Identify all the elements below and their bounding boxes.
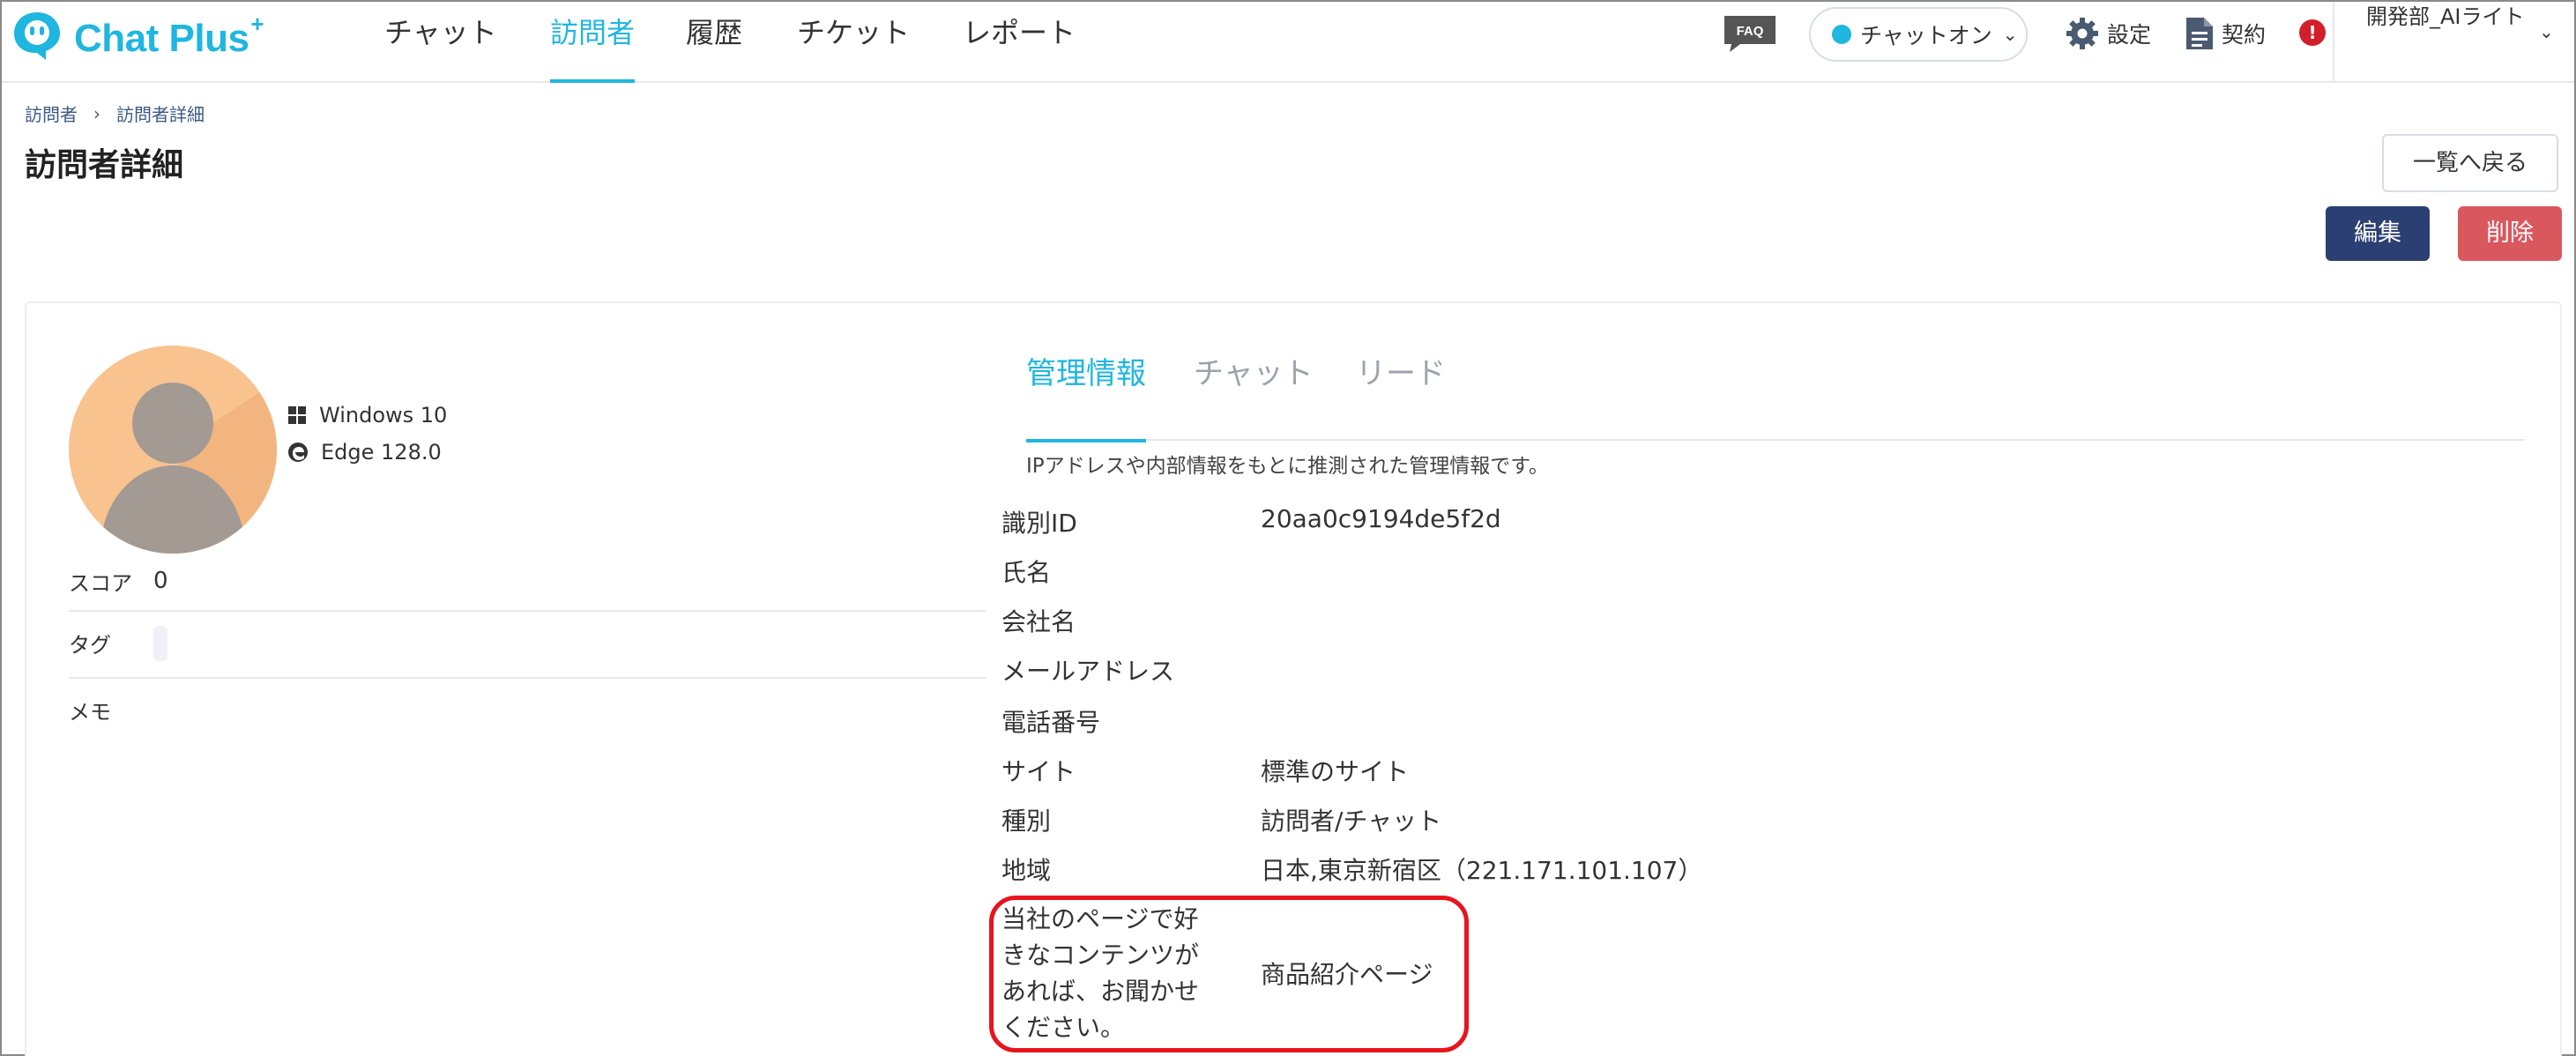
info-value-id: 20aa0c9194de5f2d — [1261, 504, 1501, 533]
question-label-line: あれば、お聞かせ — [1001, 977, 1200, 1006]
edit-button[interactable]: 編集 — [2326, 206, 2430, 261]
contract-link[interactable]: 契約 — [2185, 14, 2266, 53]
chevron-down-icon: ⌄ — [2002, 24, 2018, 45]
document-icon — [2186, 18, 2213, 49]
top-header: Chat Plus+ チャット 訪問者 履歴 チケット レポート FAQ チャッ… — [2, 2, 2574, 83]
info-label-phone: 電話番号 — [1001, 708, 1101, 737]
question-label-line: きなコンテンツが — [1001, 941, 1200, 970]
header-divider — [2333, 2, 2334, 81]
info-value-type: 訪問者/チャット — [1261, 807, 1442, 836]
alert-icon[interactable]: ! — [2299, 19, 2326, 46]
tab-management-info[interactable]: 管理情報 — [1026, 346, 1146, 442]
browser-info: Edge 128.0 — [287, 439, 442, 465]
person-avatar-icon — [69, 346, 277, 554]
info-value-site: 標準のサイト — [1261, 757, 1410, 786]
tag-input[interactable] — [153, 626, 168, 661]
breadcrumb: 訪問者 › 訪問者詳細 — [25, 100, 205, 126]
status-online-dot — [1832, 25, 1851, 44]
settings-label: 設定 — [2107, 22, 2152, 48]
faq-icon[interactable]: FAQ — [1723, 14, 1777, 53]
user-menu-name[interactable]: 開発部_AIライト — [2366, 2, 2534, 32]
chat-status-label: チャットオン — [1860, 23, 1992, 48]
settings-link[interactable]: 設定 — [2065, 14, 2151, 53]
info-label-id: 識別ID — [1001, 509, 1077, 538]
info-label-name: 氏名 — [1001, 558, 1052, 587]
info-label-company: 会社名 — [1001, 607, 1076, 636]
chat-plus-logo-icon — [14, 12, 60, 60]
tab-chat[interactable]: チャット — [1194, 346, 1314, 441]
info-label-site: サイト — [1001, 757, 1076, 786]
info-note: IPアドレスや内部情報をもとに推測された管理情報です。 — [1026, 455, 1549, 478]
nav-visitors[interactable]: 訪問者 — [550, 11, 636, 83]
browser-name: Edge 128.0 — [321, 440, 442, 465]
info-label-email: メールアドレス — [1001, 657, 1175, 686]
breadcrumb-visitor-detail[interactable]: 訪問者詳細 — [116, 100, 205, 126]
windows-icon — [288, 406, 306, 424]
page-title: 訪問者詳細 — [25, 147, 184, 183]
edge-icon — [288, 442, 308, 462]
question-label-line: ください。 — [1001, 1013, 1126, 1042]
score-label: スコア — [69, 571, 132, 596]
nav-history[interactable]: 履歴 — [686, 11, 742, 83]
question-label: 当社のページで好 きなコンテンツが あれば、お聞かせ ください。 — [1001, 901, 1231, 1045]
score-row: スコア 0 — [69, 564, 986, 612]
svg-text:FAQ: FAQ — [1737, 24, 1764, 39]
back-to-list-button[interactable]: 一覧へ戻る — [2382, 134, 2558, 192]
nav-tickets[interactable]: チケット — [797, 11, 910, 83]
app-logo[interactable]: Chat Plus+ — [11, 9, 264, 62]
question-label-line: 当社のページで好 — [1001, 904, 1199, 933]
breadcrumb-separator: › — [93, 102, 101, 124]
app-name: Chat Plus+ — [74, 10, 264, 60]
memo-label: メモ — [69, 700, 111, 725]
memo-row: メモ — [69, 679, 986, 732]
contract-label: 契約 — [2222, 22, 2267, 48]
nav-chat[interactable]: チャット — [384, 11, 497, 83]
tag-label: タグ — [69, 633, 111, 658]
os-info: Windows 10 — [287, 402, 447, 428]
tab-lead[interactable]: リード — [1356, 346, 1446, 441]
gear-icon — [2066, 18, 2098, 49]
info-label-type: 種別 — [1001, 807, 1052, 836]
breadcrumb-visitors[interactable]: 訪問者 — [25, 100, 78, 126]
os-name: Windows 10 — [319, 403, 448, 428]
nav-reports[interactable]: レポート — [963, 11, 1076, 83]
chevron-down-icon[interactable]: ⌄ — [2539, 21, 2554, 42]
info-label-region: 地域 — [1001, 856, 1052, 885]
tag-row: タグ — [69, 612, 986, 679]
info-value-region: 日本,東京新宿区（221.171.101.107） — [1261, 856, 1703, 885]
detail-tabs: 管理情報 チャット リード — [1026, 346, 2525, 442]
question-value: 商品紹介ページ — [1261, 960, 1433, 989]
chat-status-dropdown[interactable]: チャットオン ⌄ — [1809, 7, 2028, 62]
score-value: 0 — [153, 568, 168, 594]
delete-button[interactable]: 削除 — [2458, 206, 2562, 261]
